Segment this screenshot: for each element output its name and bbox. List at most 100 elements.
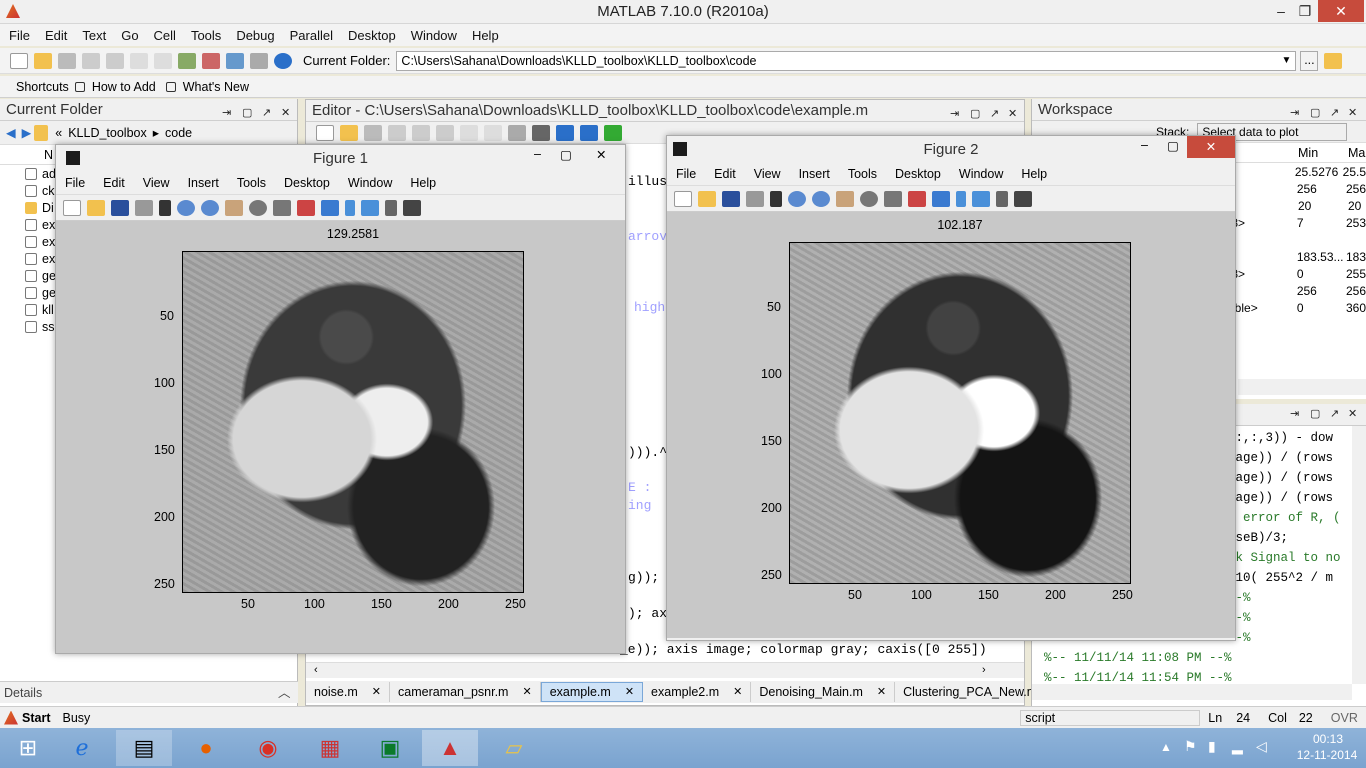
crumb-overflow[interactable]: « <box>55 126 62 140</box>
chevron-up-icon[interactable]: ︿ <box>278 682 291 704</box>
volume-icon[interactable]: ◁ <box>1256 738 1267 755</box>
close-tab-icon[interactable]: ✕ <box>877 682 886 702</box>
tab-cameraman-psnr[interactable]: cameraman_psnr.m ✕ <box>390 682 541 702</box>
close-button[interactable]: ✕ <box>1318 0 1364 22</box>
maximize-panel-icon[interactable]: ▢ <box>242 102 252 124</box>
code-line[interactable]: illus <box>628 174 667 189</box>
copy-icon[interactable] <box>82 52 100 69</box>
link-icon[interactable] <box>932 190 950 207</box>
menu-edit[interactable]: Edit <box>714 167 736 181</box>
minimize-button[interactable]: – <box>1141 138 1148 152</box>
up-folder-icon[interactable] <box>1324 52 1343 69</box>
tab-example[interactable]: example.m ✕ <box>540 682 644 702</box>
code-line[interactable]: g)); <box>628 570 659 585</box>
tab-denoising-main[interactable]: Denoising_Main.m ✕ <box>751 682 896 702</box>
new-file-icon[interactable] <box>10 52 28 69</box>
menu-go[interactable]: Go <box>121 28 138 43</box>
menu-edit[interactable]: Edit <box>45 28 67 43</box>
rotate-icon[interactable] <box>860 190 878 207</box>
tray-chevron-icon[interactable]: ▲ <box>1160 740 1172 754</box>
back-arrow-icon[interactable]: ◀ <box>6 125 16 140</box>
scroll-left-icon[interactable]: ‹ <box>314 664 318 676</box>
open-folder-icon[interactable] <box>34 52 52 69</box>
print-icon[interactable] <box>508 124 526 141</box>
menu-desktop[interactable]: Desktop <box>348 28 396 43</box>
menu-help[interactable]: Help <box>1021 167 1047 181</box>
undock-icon[interactable]: ⇥ <box>222 102 231 124</box>
data-cursor-icon[interactable] <box>273 199 291 216</box>
close-button[interactable]: ✕ <box>1187 136 1235 158</box>
new-figure-icon[interactable] <box>63 199 81 216</box>
run-icon[interactable] <box>604 124 622 141</box>
undo-icon[interactable] <box>460 124 478 141</box>
code-line[interactable]: high <box>634 300 665 315</box>
simulink-icon[interactable] <box>178 52 196 69</box>
menu-help[interactable]: Help <box>472 28 499 43</box>
battery-icon[interactable]: ▮ <box>1208 738 1216 755</box>
internet-explorer-icon[interactable]: ℯ <box>54 730 110 766</box>
code-line[interactable]: arrov <box>628 229 667 244</box>
horizontal-scrollbar[interactable] <box>1032 684 1352 700</box>
close-tab-icon[interactable]: ✕ <box>372 682 381 702</box>
show-tools-icon[interactable] <box>1014 190 1032 207</box>
store-icon[interactable]: ▣ <box>362 730 418 766</box>
horizontal-scrollbar[interactable]: ‹ › <box>306 662 1024 678</box>
menu-view[interactable]: View <box>143 176 170 190</box>
zoom-out-icon[interactable] <box>812 190 830 207</box>
code-line[interactable]: ing <box>628 498 651 513</box>
save-icon[interactable] <box>111 199 129 216</box>
menu-tools[interactable]: Tools <box>191 28 221 43</box>
legend-icon[interactable] <box>361 199 379 216</box>
show-tools-icon[interactable] <box>403 199 421 216</box>
pin-icon[interactable]: ↗ <box>1330 407 1339 420</box>
help-doc-icon[interactable] <box>250 52 268 69</box>
print-icon[interactable] <box>135 199 153 216</box>
data-cursor-icon[interactable] <box>884 190 902 207</box>
start-button[interactable]: Start <box>22 711 50 725</box>
menu-text[interactable]: Text <box>82 28 106 43</box>
scroll-right-icon[interactable]: › <box>982 664 986 676</box>
open-folder-icon[interactable] <box>340 124 358 141</box>
cut-icon[interactable] <box>388 124 406 141</box>
close-tab-icon[interactable]: ✕ <box>522 682 531 702</box>
clock-time[interactable]: 00:13 <box>1303 732 1353 746</box>
menu-help[interactable]: Help <box>410 176 436 190</box>
menu-tools[interactable]: Tools <box>237 176 266 190</box>
save-icon[interactable] <box>722 190 740 207</box>
crumb-code[interactable]: code <box>165 126 192 140</box>
undock-icon[interactable]: ⇥ <box>1290 102 1299 124</box>
menu-parallel[interactable]: Parallel <box>290 28 333 43</box>
profiler-icon[interactable] <box>226 52 244 69</box>
pin-icon[interactable]: ↗ <box>262 102 271 124</box>
pin-icon[interactable]: ↗ <box>1330 102 1339 124</box>
new-file-icon[interactable] <box>316 124 334 141</box>
save-icon[interactable] <box>364 124 382 141</box>
menu-window[interactable]: Window <box>411 28 457 43</box>
code-line[interactable]: E : <box>628 480 651 495</box>
rotate-icon[interactable] <box>249 199 267 216</box>
hide-tools-icon[interactable] <box>996 190 1008 207</box>
pan-icon[interactable] <box>836 190 854 207</box>
cut-icon[interactable] <box>58 52 76 69</box>
menu-window[interactable]: Window <box>348 176 392 190</box>
whats-new-link[interactable]: What's New <box>183 80 249 94</box>
paste-icon[interactable] <box>106 52 124 69</box>
column-min[interactable]: Min <box>1298 146 1348 160</box>
clock-date[interactable]: 12-11-2014 <box>1294 748 1360 762</box>
menu-tools[interactable]: Tools <box>848 167 877 181</box>
help-icon[interactable] <box>274 52 292 69</box>
menu-insert[interactable]: Insert <box>799 167 830 181</box>
redo-icon[interactable] <box>154 52 172 69</box>
apps-icon[interactable]: ▦ <box>302 730 358 766</box>
undo-icon[interactable] <box>130 52 148 69</box>
redo-icon[interactable] <box>484 124 502 141</box>
undock-icon[interactable]: ⇥ <box>950 103 959 125</box>
menu-window[interactable]: Window <box>959 167 1003 181</box>
forward-icon[interactable] <box>580 124 598 141</box>
menu-insert[interactable]: Insert <box>188 176 219 190</box>
find-icon[interactable] <box>532 124 550 141</box>
minimize-button[interactable]: – <box>534 147 541 161</box>
sticky-notes-icon[interactable]: ▱ <box>486 730 542 766</box>
column-max[interactable]: Ma <box>1348 146 1365 160</box>
tab-example2[interactable]: example2.m ✕ <box>643 682 752 702</box>
